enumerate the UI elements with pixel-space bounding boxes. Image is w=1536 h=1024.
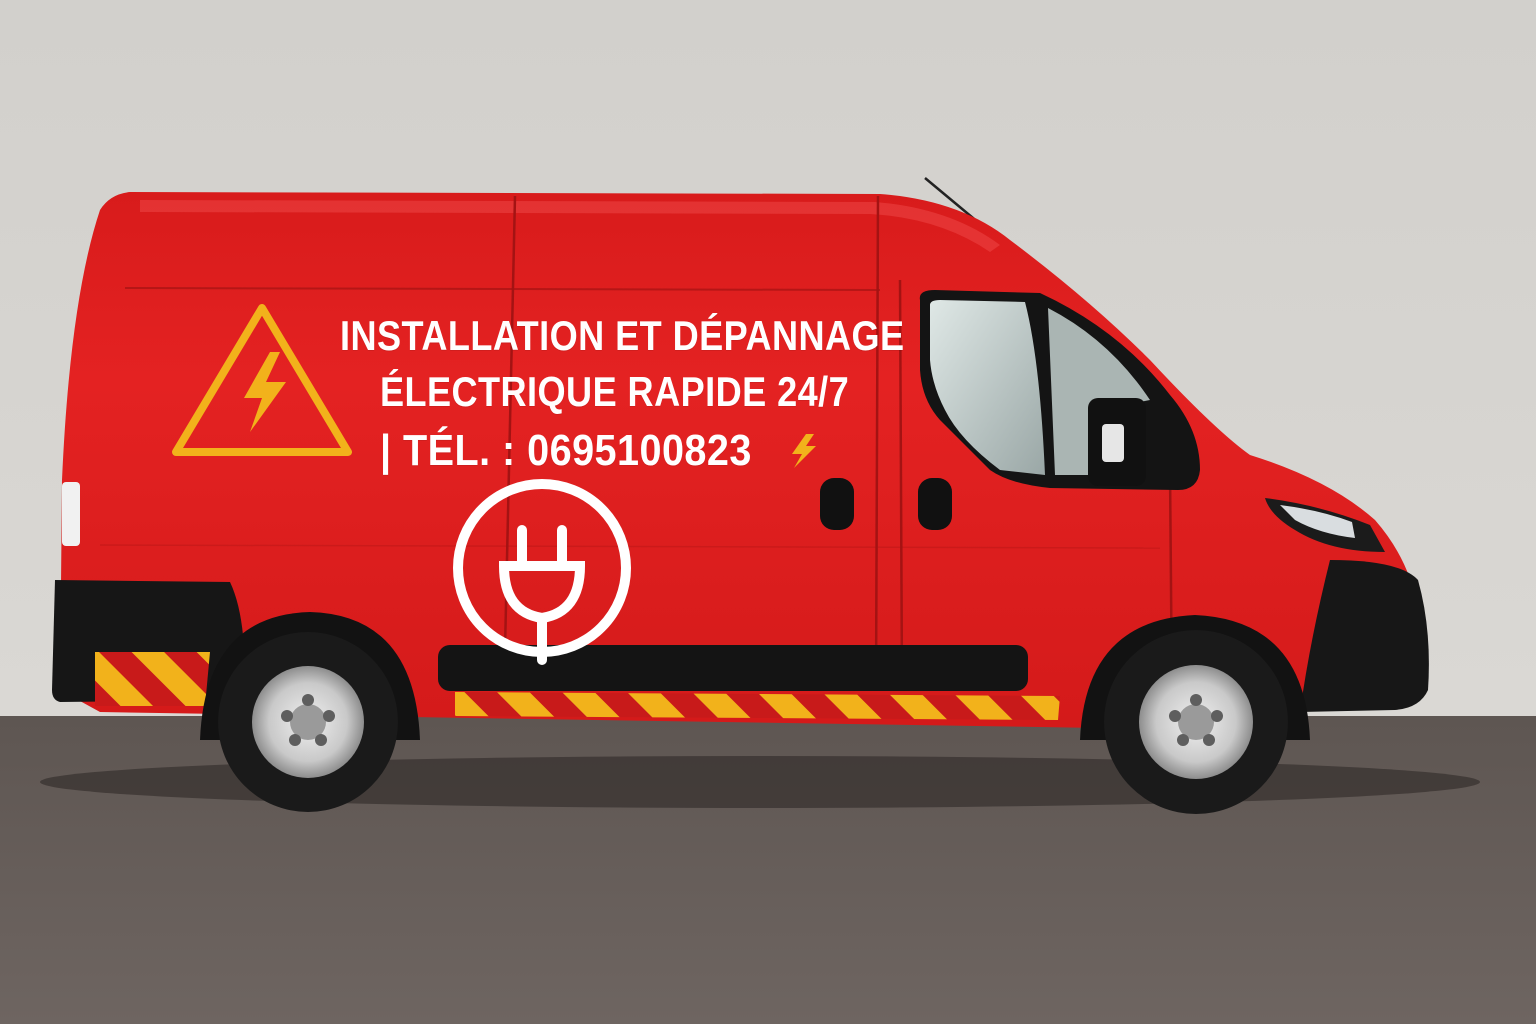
rear-light (62, 482, 80, 546)
mirror-light (1102, 424, 1124, 462)
hazard-stripes-side (455, 692, 1060, 720)
front-wheel (1104, 630, 1288, 814)
livery-phone-line: | TÉL. : 0695100823 (380, 426, 752, 475)
photo-scene: INSTALLATION ET DÉPANNAGE ÉLECTRIQUE RAP… (0, 0, 1536, 1024)
livery-line-2: ÉLECTRIQUE RAPIDE 24/7 (380, 368, 850, 415)
hazard-stripes-rear (95, 652, 210, 706)
rear-wheel (218, 632, 398, 812)
scene-svg (0, 0, 1536, 1024)
cab-door-handle (918, 478, 952, 530)
side-door-handle (820, 478, 854, 530)
livery-line-1: INSTALLATION ET DÉPANNAGE (340, 312, 905, 359)
